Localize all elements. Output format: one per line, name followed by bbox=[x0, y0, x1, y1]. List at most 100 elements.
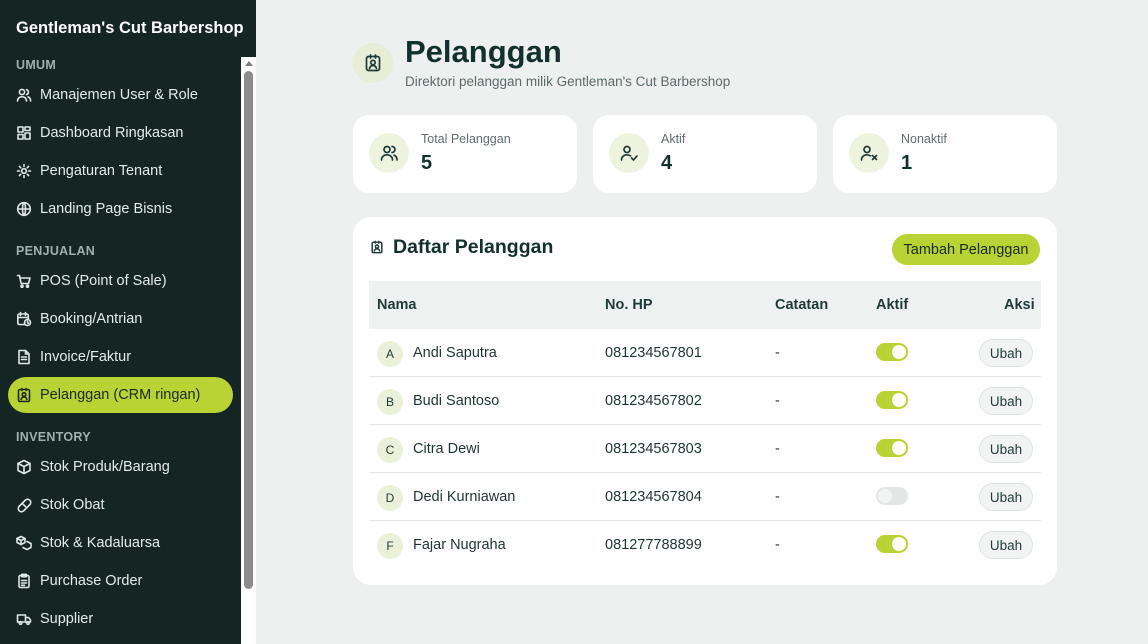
sidebar-item-kadaluarsa[interactable]: Stok & Kadaluarsa bbox=[8, 525, 233, 561]
sidebar-item-label: Booking/Antrian bbox=[40, 311, 143, 327]
customer-name: Citra Dewi bbox=[413, 441, 480, 457]
stat-label: Nonaktif bbox=[901, 132, 947, 146]
contact-icon bbox=[16, 387, 32, 403]
card-title: Daftar Pelanggan bbox=[393, 236, 554, 258]
customer-note: - bbox=[775, 393, 780, 409]
clipboard-icon bbox=[16, 573, 32, 589]
sidebar-item-stok-obat[interactable]: Stok Obat bbox=[8, 487, 233, 523]
scroll-up-arrow-icon[interactable] bbox=[245, 61, 253, 66]
sidebar-item-supplier[interactable]: Supplier bbox=[8, 601, 233, 637]
customer-note: - bbox=[775, 489, 780, 505]
section-label-penjualan: PENJUALAN bbox=[16, 244, 96, 258]
cart-icon bbox=[16, 273, 32, 289]
sidebar-item-invoice[interactable]: Invoice/Faktur bbox=[8, 339, 233, 375]
stat-label: Total Pelanggan bbox=[421, 132, 511, 146]
active-toggle[interactable] bbox=[876, 391, 908, 409]
sidebar-item-stok-produk[interactable]: Stok Produk/Barang bbox=[8, 449, 233, 485]
column-header-no-hp: No. HP bbox=[605, 297, 653, 313]
sidebar-item-pos[interactable]: POS (Point of Sale) bbox=[8, 263, 233, 299]
add-customer-button[interactable]: Tambah Pelanggan bbox=[892, 234, 1040, 265]
avatar: C bbox=[377, 437, 403, 463]
gear-icon bbox=[16, 163, 32, 179]
sidebar-item-label: Stok Produk/Barang bbox=[40, 459, 170, 475]
stat-value: 1 bbox=[901, 152, 913, 174]
pill-icon bbox=[16, 497, 32, 513]
page-title: Pelanggan bbox=[405, 34, 562, 69]
customer-phone: 081234567803 bbox=[605, 441, 702, 457]
customer-note: - bbox=[775, 441, 780, 457]
customer-name: Budi Santoso bbox=[413, 393, 500, 409]
toggle-knob bbox=[892, 537, 906, 551]
users-icon bbox=[369, 133, 409, 173]
sidebar-item-label: Pelanggan (CRM ringan) bbox=[40, 387, 201, 403]
stat-card-total: Total Pelanggan 5 bbox=[353, 115, 577, 193]
active-toggle[interactable] bbox=[876, 487, 908, 505]
user-x-icon bbox=[849, 133, 889, 173]
active-toggle[interactable] bbox=[876, 535, 908, 553]
sidebar-item-label: Supplier bbox=[40, 611, 94, 627]
sidebar-item-label: Dashboard Ringkasan bbox=[40, 125, 184, 141]
table-row: C Citra Dewi 081234567803 - Ubah bbox=[369, 425, 1041, 473]
customer-name: Dedi Kurniawan bbox=[413, 489, 516, 505]
sidebar-item-label: Pengaturan Tenant bbox=[40, 163, 163, 179]
edit-button[interactable]: Ubah bbox=[979, 483, 1033, 511]
sidebar-item-label: Stok Obat bbox=[40, 497, 105, 513]
sidebar-item-pelanggan[interactable]: Pelanggan (CRM ringan) bbox=[8, 377, 233, 413]
edit-button[interactable]: Ubah bbox=[979, 387, 1033, 415]
sidebar-scrollbar-thumb[interactable] bbox=[244, 71, 253, 589]
customer-phone: 081234567801 bbox=[605, 345, 702, 361]
page-subtitle: Direktori pelanggan milik Gentleman's Cu… bbox=[405, 74, 731, 89]
user-check-icon bbox=[609, 133, 649, 173]
globe-icon bbox=[16, 201, 32, 217]
contact-icon bbox=[353, 43, 393, 83]
toggle-knob bbox=[878, 489, 892, 503]
sidebar-item-dashboard[interactable]: Dashboard Ringkasan bbox=[8, 115, 233, 151]
dashboard-icon bbox=[16, 125, 32, 141]
customer-phone: 081234567802 bbox=[605, 393, 702, 409]
calendar-clock-icon bbox=[16, 311, 32, 327]
toggle-knob bbox=[892, 441, 906, 455]
box-icon bbox=[16, 459, 32, 475]
stat-card-active: Aktif 4 bbox=[593, 115, 817, 193]
sidebar-item-booking[interactable]: Booking/Antrian bbox=[8, 301, 233, 337]
column-header-aktif: Aktif bbox=[876, 297, 909, 313]
table-row: B Budi Santoso 081234567802 - Ubah bbox=[369, 377, 1041, 425]
toggle-knob bbox=[892, 393, 906, 407]
brand-name: Gentleman's Cut Barbershop bbox=[16, 19, 244, 37]
avatar: B bbox=[377, 389, 403, 415]
sidebar-item-landing-page[interactable]: Landing Page Bisnis bbox=[8, 191, 233, 227]
stat-value: 5 bbox=[421, 152, 433, 174]
table-row: A Andi Saputra 081234567801 - Ubah bbox=[369, 329, 1041, 377]
active-toggle[interactable] bbox=[876, 439, 908, 457]
sidebar-item-purchase-order[interactable]: Purchase Order bbox=[8, 563, 233, 599]
truck-icon bbox=[16, 611, 32, 627]
stat-label: Aktif bbox=[661, 132, 686, 146]
toggle-knob bbox=[892, 345, 906, 359]
edit-button[interactable]: Ubah bbox=[979, 435, 1033, 463]
users-icon bbox=[16, 87, 32, 103]
avatar: A bbox=[377, 341, 403, 367]
customer-list-card: Daftar Pelanggan Tambah Pelanggan Nama N… bbox=[353, 217, 1057, 585]
stat-value: 4 bbox=[661, 152, 673, 174]
customer-name: Fajar Nugraha bbox=[413, 537, 506, 553]
sidebar-item-label: Stok & Kadaluarsa bbox=[40, 535, 161, 551]
sidebar-item-label: Landing Page Bisnis bbox=[40, 201, 173, 217]
section-label-inventory: INVENTORY bbox=[16, 430, 91, 444]
sidebar-item-user-role[interactable]: Manajemen User & Role bbox=[8, 77, 233, 113]
edit-button[interactable]: Ubah bbox=[979, 531, 1033, 559]
customer-note: - bbox=[775, 345, 780, 361]
section-label-umum: UMUM bbox=[16, 58, 57, 72]
sidebar-item-tenant-settings[interactable]: Pengaturan Tenant bbox=[8, 153, 233, 189]
sidebar-item-label: POS (Point of Sale) bbox=[40, 273, 167, 289]
sidebar: Gentleman's Cut Barbershop UMUM Manajeme… bbox=[0, 0, 256, 644]
customer-phone: 081234567804 bbox=[605, 489, 702, 505]
sidebar-item-label: Invoice/Faktur bbox=[40, 349, 132, 365]
active-toggle[interactable] bbox=[876, 343, 908, 361]
edit-button[interactable]: Ubah bbox=[979, 339, 1033, 367]
stat-card-inactive: Nonaktif 1 bbox=[833, 115, 1057, 193]
contact-icon bbox=[370, 240, 384, 254]
customer-name: Andi Saputra bbox=[413, 345, 497, 361]
avatar: F bbox=[377, 533, 403, 559]
column-header-nama: Nama bbox=[377, 297, 417, 313]
document-icon bbox=[16, 349, 32, 365]
